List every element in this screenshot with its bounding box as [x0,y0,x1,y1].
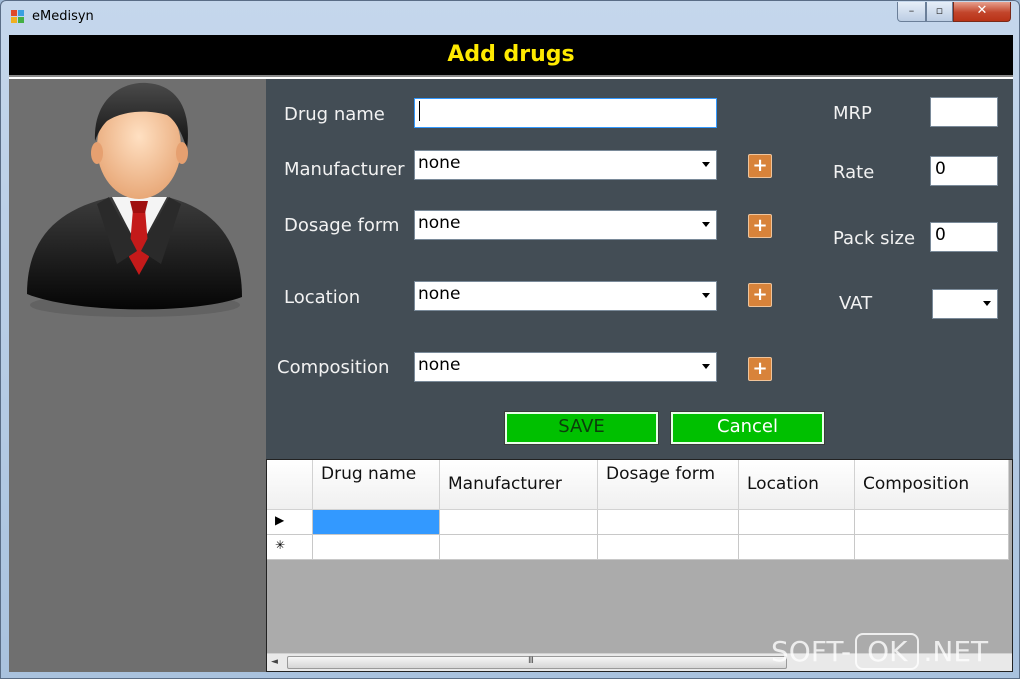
user-avatar-icon [27,82,242,317]
drug-form: Drug name Manufacturer none + Dosage for… [266,79,1013,459]
column-header-location[interactable]: Location [739,460,855,510]
app-window: eMedisyn – ▫ ✕ Add drugs Drug name Manuf… [0,0,1020,679]
add-location-button[interactable]: + [748,283,772,307]
vat-label: VAT [839,293,873,314]
plus-icon: + [752,284,768,305]
rate-value: 0 [935,159,946,179]
grid-cell-composition[interactable] [855,535,1009,560]
pack-size-value: 0 [935,225,946,245]
window-title: eMedisyn [32,9,94,24]
dosage-form-label: Dosage form [284,215,400,236]
grid-cell-composition[interactable] [855,510,1009,535]
drug-name-input[interactable] [414,98,717,128]
close-icon: ✕ [976,3,988,18]
add-manufacturer-button[interactable]: + [748,154,772,178]
dosage-form-value: none [418,213,461,233]
plus-icon: + [752,155,768,176]
maximize-icon: ▫ [935,4,944,17]
column-header-manufacturer[interactable]: Manufacturer [440,460,598,510]
client-area: Add drugs Drug name Manufacturer none + … [9,35,1013,672]
column-header-drug-name[interactable]: Drug name [313,460,440,510]
location-value: none [418,284,461,304]
location-select[interactable]: none [414,281,717,311]
cancel-button[interactable]: Cancel [670,411,825,445]
grid-cell-location[interactable] [739,510,855,535]
close-button[interactable]: ✕ [953,2,1011,22]
page-header: Add drugs [9,35,1013,77]
chevron-down-icon [702,162,710,167]
plus-icon: + [752,358,768,379]
grid-cell-drug-name[interactable] [313,535,440,560]
mrp-label: MRP [833,103,872,124]
pack-size-label: Pack size [833,228,916,249]
grid-corner-header [267,460,313,510]
chevron-down-icon [702,364,710,369]
scroll-thumb[interactable]: III [287,656,787,669]
app-icon [11,10,25,24]
minimize-button[interactable]: – [897,2,926,22]
grid-cell-location[interactable] [739,535,855,560]
chevron-down-icon [702,222,710,227]
rate-input[interactable]: 0 [930,156,998,186]
drug-name-label: Drug name [284,104,385,125]
dosage-form-select[interactable]: none [414,210,717,240]
location-label: Location [284,287,361,308]
add-composition-button[interactable]: + [748,357,772,381]
save-button[interactable]: SAVE [504,411,659,445]
mrp-input[interactable] [930,97,998,127]
watermark-middle: OK [855,633,920,670]
manufacturer-value: none [418,153,461,173]
grid-cell-drug-name[interactable] [313,510,440,535]
chevron-down-icon [702,293,710,298]
title-bar[interactable]: eMedisyn – ▫ ✕ [1,1,1019,34]
new-row-icon: ✳ [275,538,286,552]
composition-value: none [418,355,461,375]
minimize-icon: – [908,4,915,17]
watermark-left: SOFT- [771,635,852,668]
watermark-right: .NET [923,635,989,668]
scroll-left-icon[interactable]: ◄ [271,657,278,667]
grip-icon: III [528,656,534,666]
grid-cell-dosage-form[interactable] [598,535,739,560]
column-header-composition[interactable]: Composition [855,460,1009,510]
page-title: Add drugs [447,42,575,67]
manufacturer-select[interactable]: none [414,150,717,180]
chevron-down-icon [983,301,991,306]
maximize-button[interactable]: ▫ [926,2,953,22]
grid-cell-manufacturer[interactable] [440,535,598,560]
grid-cell-manufacturer[interactable] [440,510,598,535]
current-row-icon: ▶ [275,513,285,527]
row-header[interactable]: ▶ [267,510,313,535]
manufacturer-label: Manufacturer [284,159,405,180]
column-header-dosage-form[interactable]: Dosage form [598,460,739,510]
text-caret [419,101,420,121]
composition-select[interactable]: none [414,352,717,382]
watermark: SOFT- OK .NET [771,633,988,675]
rate-label: Rate [833,162,875,183]
vat-select[interactable] [932,289,998,319]
composition-label: Composition [277,357,390,378]
pack-size-input[interactable]: 0 [930,222,998,252]
side-panel [9,79,266,672]
add-dosage-form-button[interactable]: + [748,214,772,238]
grid-cell-dosage-form[interactable] [598,510,739,535]
row-header[interactable]: ✳ [267,535,313,560]
plus-icon: + [752,215,768,236]
